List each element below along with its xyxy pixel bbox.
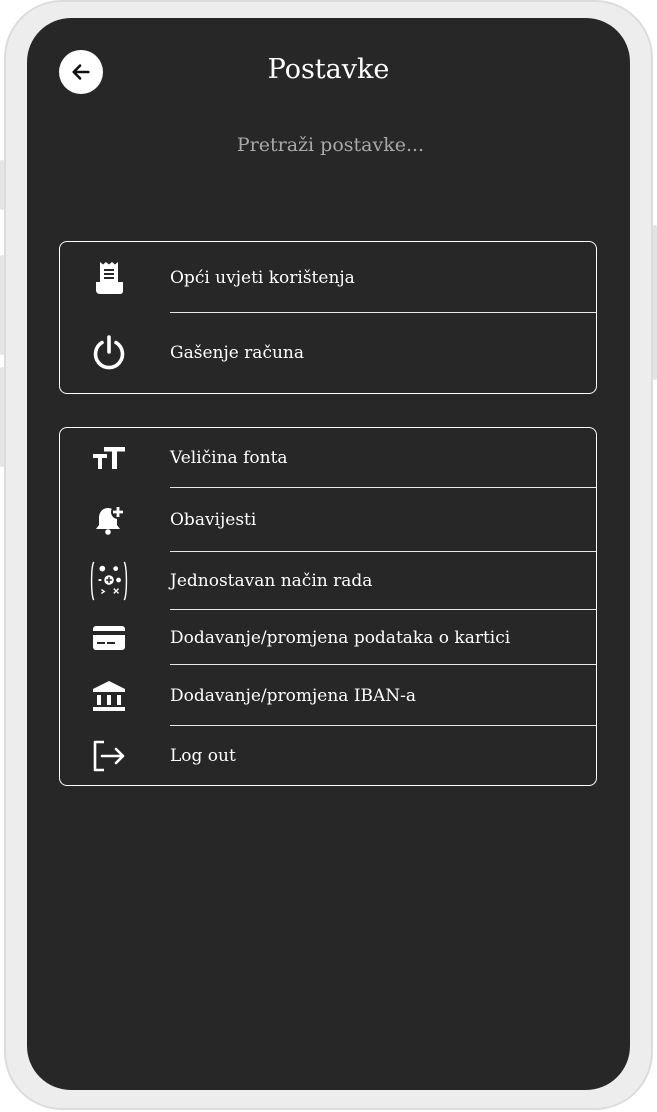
power-icon bbox=[88, 313, 130, 393]
bell-plus-icon bbox=[88, 488, 130, 552]
settings-group-account: Opći uvjeti korištenja Gašenje računa bbox=[59, 241, 597, 394]
account-deactivation-item[interactable]: Gašenje računa bbox=[60, 313, 596, 393]
font-size-icon bbox=[88, 428, 130, 488]
settings-screen: Postavke Opći uvjeti korištenja bbox=[27, 18, 630, 1090]
side-button bbox=[0, 255, 4, 355]
bank-icon bbox=[88, 665, 130, 726]
logout-label: Log out bbox=[170, 745, 236, 766]
page-title: Postavke bbox=[267, 54, 390, 85]
side-button bbox=[0, 367, 4, 467]
simple-mode-label: Jednostavan način rada bbox=[170, 571, 373, 591]
logout-item[interactable]: Log out bbox=[60, 726, 596, 785]
font-size-label: Veličina fonta bbox=[170, 448, 288, 468]
simple-mode-item[interactable]: Jednostavan način rada bbox=[60, 552, 596, 610]
notifications-label: Obavijesti bbox=[170, 510, 257, 530]
iban-item[interactable]: Dodavanje/promjena IBAN-a bbox=[60, 665, 596, 726]
logout-icon bbox=[88, 726, 130, 785]
search-input[interactable] bbox=[177, 126, 484, 164]
side-button bbox=[653, 225, 657, 380]
credit-card-icon bbox=[88, 610, 130, 665]
notifications-item[interactable]: Obavijesti bbox=[60, 488, 596, 552]
terms-of-use-item[interactable]: Opći uvjeti korištenja bbox=[60, 242, 596, 313]
settings-group-preferences: Veličina fonta Obavijesti Jednostavan na… bbox=[59, 427, 597, 786]
receipt-icon bbox=[88, 242, 130, 313]
simple-mode-icon bbox=[88, 552, 130, 610]
card-details-label: Dodavanje/promjena podataka o kartici bbox=[170, 627, 511, 648]
account-deactivation-label: Gašenje računa bbox=[170, 343, 304, 363]
font-size-item[interactable]: Veličina fonta bbox=[60, 428, 596, 488]
iban-label: Dodavanje/promjena IBAN-a bbox=[170, 685, 417, 706]
side-button bbox=[0, 160, 4, 210]
card-details-item[interactable]: Dodavanje/promjena podataka o kartici bbox=[60, 610, 596, 665]
terms-of-use-label: Opći uvjeti korištenja bbox=[170, 267, 355, 288]
